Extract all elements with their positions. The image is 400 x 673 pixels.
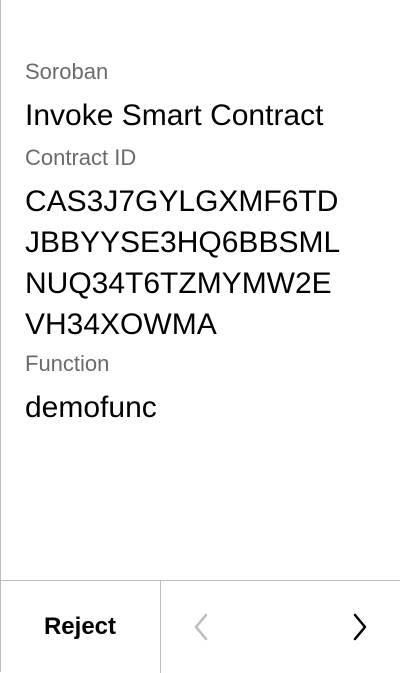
next-page-button[interactable]	[320, 581, 400, 673]
function-label: Function	[25, 351, 110, 376]
function-value: demofunc	[25, 391, 157, 424]
action-bar: Reject	[0, 580, 400, 673]
page-title: Invoke Smart Contract	[25, 99, 324, 132]
transaction-details: Soroban Invoke Smart Contract Contract I…	[25, 56, 381, 428]
screen-frame: Soroban Invoke Smart Contract Contract I…	[0, 0, 399, 672]
chevron-right-icon	[353, 613, 367, 641]
contract-id-line: JBBYYSE3HQ6BBSML	[25, 226, 341, 259]
reject-button[interactable]: Reject	[0, 581, 160, 673]
chevron-left-icon	[194, 613, 208, 641]
app-name-label: Soroban	[25, 59, 109, 84]
contract-id-line: VH34XOWMA	[25, 308, 217, 341]
previous-page-button[interactable]	[161, 581, 241, 673]
contract-id-line: CAS3J7GYLGXMF6TD	[25, 185, 339, 218]
contract-id-label: Contract ID	[25, 145, 137, 170]
contract-id-line: NUQ34T6TZMYMW2E	[25, 267, 332, 300]
contract-id-value: CAS3J7GYLGXMF6TD JBBYYSE3HQ6BBSML NUQ34T…	[25, 181, 381, 345]
